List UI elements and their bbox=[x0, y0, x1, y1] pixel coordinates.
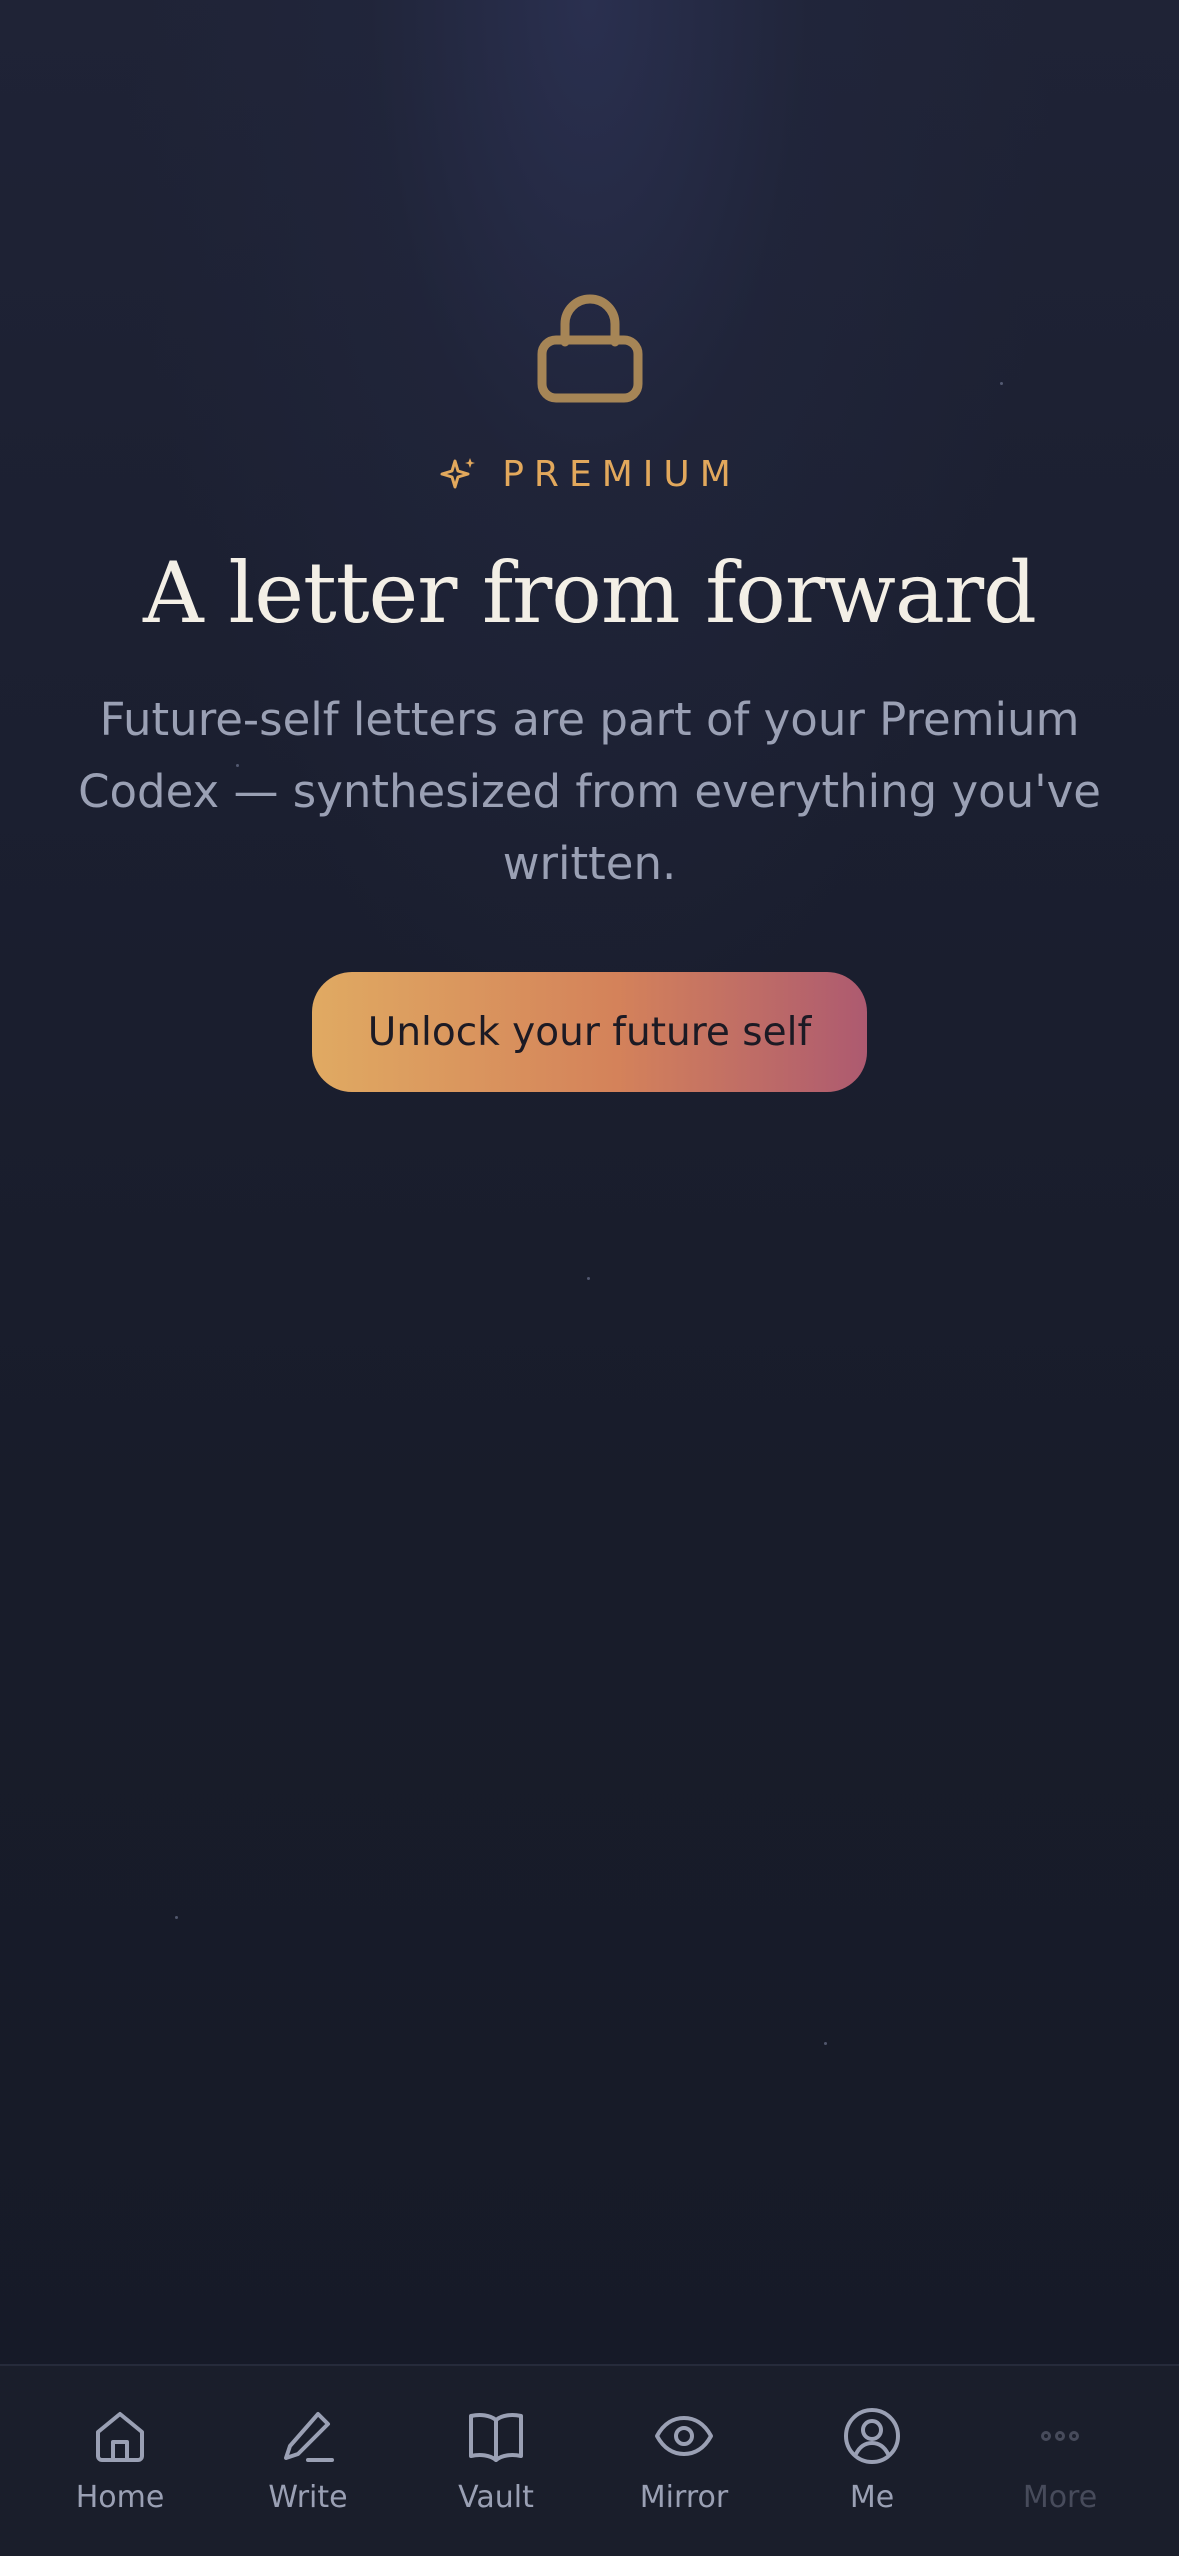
tab-me-label: Me bbox=[849, 2480, 895, 2515]
sparkle-icon bbox=[440, 457, 476, 488]
background-star bbox=[1000, 382, 1003, 385]
eye-icon bbox=[655, 2416, 713, 2456]
tab-me[interactable]: Me bbox=[778, 2406, 966, 2515]
unlock-future-self-button[interactable]: Unlock your future self bbox=[312, 972, 867, 1092]
bottom-tab-bar: Home Write Vault Mirror Me More bbox=[0, 2364, 1179, 2556]
tab-more-label: More bbox=[1022, 2480, 1098, 2515]
tab-vault[interactable]: Vault bbox=[402, 2406, 590, 2515]
premium-tag: PREMIUM bbox=[0, 454, 1179, 495]
lock-icon bbox=[537, 294, 643, 403]
description-text: Future-self letters are part of your Pre… bbox=[78, 693, 1101, 890]
background-star bbox=[175, 1916, 178, 1919]
book-icon bbox=[469, 2413, 523, 2462]
page-title: A letter from forward bbox=[143, 544, 1037, 642]
background-star bbox=[824, 2042, 827, 2045]
tab-write[interactable]: Write bbox=[214, 2406, 402, 2515]
tab-mirror-label: Mirror bbox=[639, 2480, 729, 2515]
home-icon bbox=[96, 2412, 144, 2462]
pencil-icon bbox=[284, 2412, 334, 2462]
more-dots-icon bbox=[1041, 2431, 1079, 2441]
tab-home[interactable]: Home bbox=[26, 2406, 214, 2515]
tab-write-label: Write bbox=[268, 2480, 348, 2515]
tab-mirror[interactable]: Mirror bbox=[590, 2406, 778, 2515]
tab-more[interactable]: More bbox=[966, 2406, 1154, 2515]
user-circle-icon bbox=[844, 2408, 900, 2464]
tab-home-label: Home bbox=[75, 2480, 165, 2515]
premium-label: PREMIUM bbox=[502, 454, 741, 495]
background-star bbox=[587, 1277, 590, 1280]
tab-vault-label: Vault bbox=[458, 2480, 534, 2515]
